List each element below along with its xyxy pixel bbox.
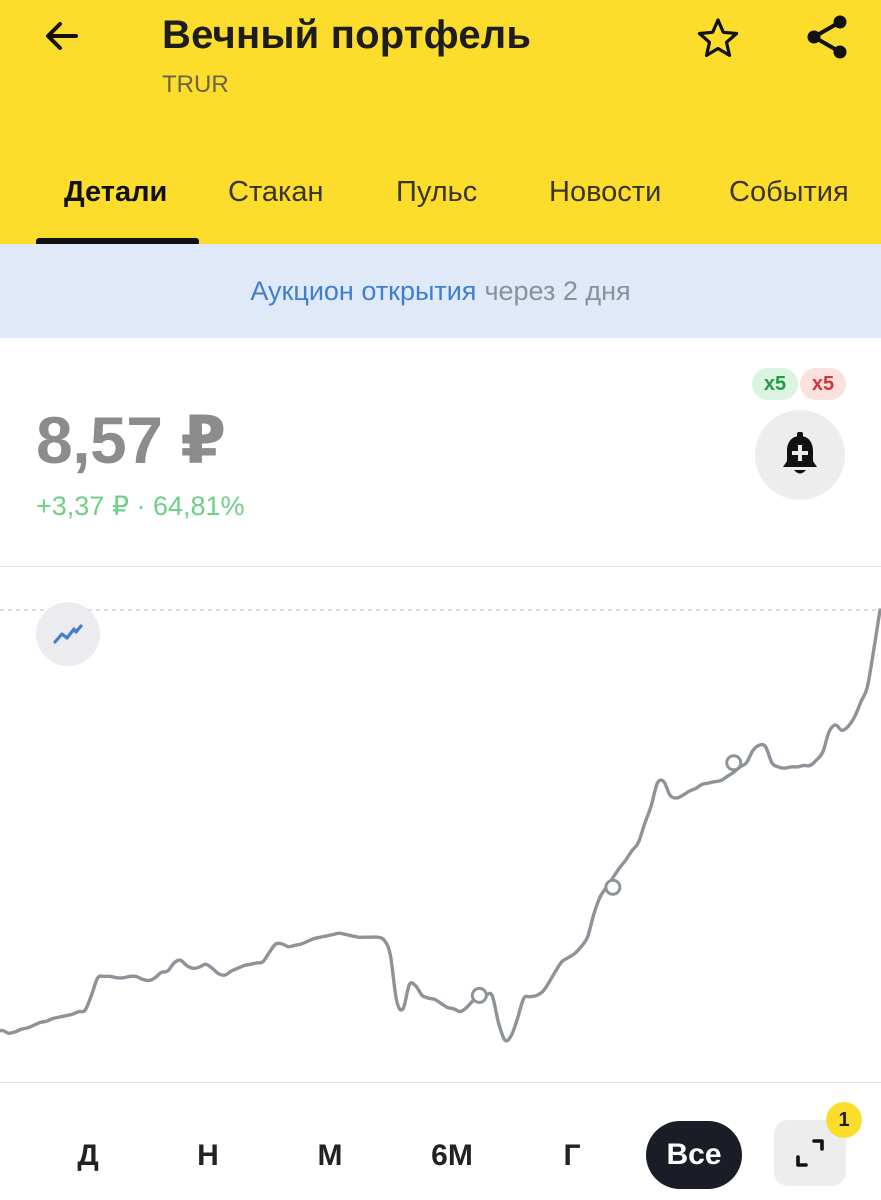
- star-outline-icon: [697, 18, 739, 57]
- chart-event-marker[interactable]: [604, 878, 622, 896]
- tab-details[interactable]: Детали: [64, 174, 167, 210]
- notification-badge: 1: [826, 1102, 862, 1138]
- auction-time-text: через 2 дня: [484, 275, 631, 306]
- period-year[interactable]: Г: [550, 1130, 594, 1182]
- page-title: Вечный портфель: [162, 13, 532, 57]
- favorite-button[interactable]: [692, 12, 744, 64]
- leverage-short-badge: x5: [800, 368, 846, 400]
- bell-plus-icon: [783, 432, 817, 474]
- period-all[interactable]: Все: [646, 1121, 742, 1189]
- share-icon: [807, 15, 847, 59]
- line-chart-icon: [53, 624, 83, 644]
- chart-event-marker[interactable]: [470, 986, 488, 1004]
- divider-bottom: [0, 1082, 881, 1083]
- back-button[interactable]: [38, 12, 86, 60]
- leverage-long-badge: x5: [752, 368, 798, 400]
- period-6m[interactable]: 6М: [420, 1130, 484, 1182]
- app-header: Вечный портфель TRUR Детали Стакан Пульс…: [0, 0, 881, 244]
- chart-type-button[interactable]: [36, 602, 100, 666]
- ticker-label: TRUR: [162, 71, 229, 98]
- period-month[interactable]: М: [308, 1130, 352, 1182]
- price-series-line: [0, 608, 881, 1043]
- price-alert-button[interactable]: [755, 410, 845, 500]
- period-day[interactable]: Д: [66, 1130, 110, 1182]
- arrow-left-icon: [46, 22, 78, 50]
- period-week[interactable]: Н: [186, 1130, 230, 1182]
- chart-event-marker[interactable]: [725, 754, 743, 772]
- price-chart[interactable]: [0, 570, 881, 1080]
- divider-top: [0, 566, 881, 567]
- current-price: 8,57 ₽: [36, 403, 226, 477]
- tab-order-book[interactable]: Стакан: [228, 174, 324, 210]
- expand-corners-icon: [796, 1139, 824, 1167]
- tab-pulse[interactable]: Пульс: [396, 174, 477, 210]
- auction-link[interactable]: Аукцион открытия: [250, 276, 476, 307]
- tab-events[interactable]: События: [729, 174, 849, 210]
- price-change: +3,37 ₽ · 64,81%: [36, 491, 245, 521]
- share-button[interactable]: [800, 10, 854, 64]
- tab-news[interactable]: Новости: [549, 174, 661, 210]
- auction-banner: Аукцион открытия через 2 дня: [0, 244, 881, 338]
